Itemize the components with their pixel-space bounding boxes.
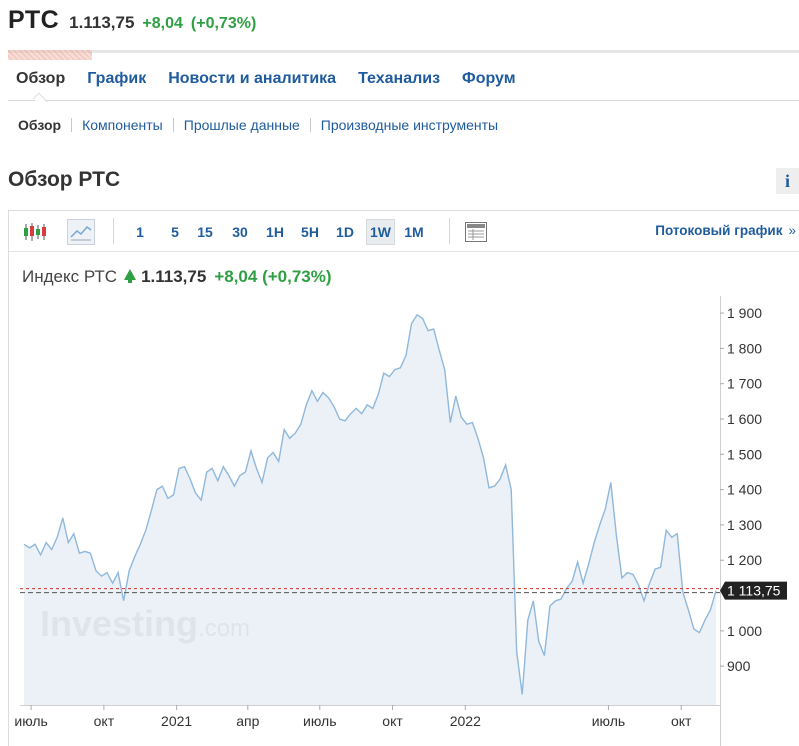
legend-change: +8,04 bbox=[214, 267, 258, 286]
header-divider-accent bbox=[8, 50, 92, 60]
subtab-derivatives[interactable]: Производные инструменты bbox=[321, 117, 498, 133]
subtab-divider bbox=[71, 118, 73, 132]
toolbar-divider bbox=[449, 218, 450, 244]
toolbar-divider bbox=[113, 218, 114, 244]
timeframe-5h-button[interactable]: 5H bbox=[297, 219, 323, 245]
timeframe-5-button[interactable]: 5 bbox=[162, 219, 188, 245]
quote-header: РТС 1.113,75 +8,04 (+0,73%) bbox=[8, 6, 256, 36]
main-tabs: Обзор График Новости и аналитика Теханал… bbox=[8, 60, 799, 101]
section-title: Обзор РТС bbox=[8, 168, 121, 191]
legend-change-percent: (+0,73%) bbox=[262, 267, 332, 286]
timeframe-15-button[interactable]: 15 bbox=[192, 219, 218, 245]
timeframe-1w-button[interactable]: 1W bbox=[366, 219, 395, 245]
timeframe-1-button[interactable]: 1 bbox=[127, 219, 153, 245]
table-view-icon[interactable] bbox=[462, 219, 490, 245]
chart-toolbar: 1 5 15 30 1H 5H 1D 1W 1M Потоковый графи… bbox=[9, 211, 799, 252]
price-change: +8,04 bbox=[142, 15, 183, 32]
subtab-divider bbox=[309, 118, 311, 132]
subtab-overview[interactable]: Обзор bbox=[18, 117, 61, 133]
timeframe-30-button[interactable]: 30 bbox=[227, 219, 253, 245]
tab-technical-analysis[interactable]: Теханализ bbox=[347, 60, 451, 100]
sub-tabs: Обзор Компоненты Прошлые данные Производ… bbox=[18, 117, 498, 133]
timeframe-1h-button[interactable]: 1H bbox=[262, 219, 288, 245]
tab-forum[interactable]: Форум bbox=[451, 60, 527, 100]
chart-legend: Индекс РТС 1.113,75 +8,04 (+0,73%) bbox=[22, 267, 332, 287]
legend-instrument-name: Индекс РТС bbox=[22, 267, 118, 286]
price-change-percent: (+0,73%) bbox=[190, 15, 257, 32]
header-divider bbox=[8, 50, 799, 53]
instrument-name: РТС bbox=[8, 6, 60, 34]
chevron-right-icon: » bbox=[788, 223, 796, 238]
tab-overview[interactable]: Обзор bbox=[8, 60, 76, 100]
last-price: 1.113,75 bbox=[69, 13, 135, 32]
info-button[interactable]: i bbox=[776, 168, 799, 194]
subtab-components[interactable]: Компоненты bbox=[82, 117, 163, 133]
timeframe-1m-button[interactable]: 1M bbox=[401, 219, 427, 245]
subtab-divider bbox=[172, 118, 174, 132]
subtab-historical-data[interactable]: Прошлые данные bbox=[184, 117, 300, 133]
streaming-chart-link[interactable]: Потоковый график » bbox=[655, 223, 796, 238]
chart-panel: 1 5 15 30 1H 5H 1D 1W 1M Потоковый графи… bbox=[8, 210, 799, 746]
tab-news-analysis[interactable]: Новости и аналитика bbox=[157, 60, 347, 100]
streaming-chart-label: Потоковый график bbox=[655, 223, 783, 238]
legend-last-price: 1.113,75 bbox=[141, 267, 207, 286]
arrow-up-icon-stem bbox=[128, 278, 133, 283]
tab-chart[interactable]: График bbox=[76, 60, 157, 100]
candlestick-icon[interactable] bbox=[21, 219, 49, 245]
timeframe-1d-button[interactable]: 1D bbox=[332, 219, 358, 245]
area-chart-icon[interactable] bbox=[67, 219, 95, 245]
